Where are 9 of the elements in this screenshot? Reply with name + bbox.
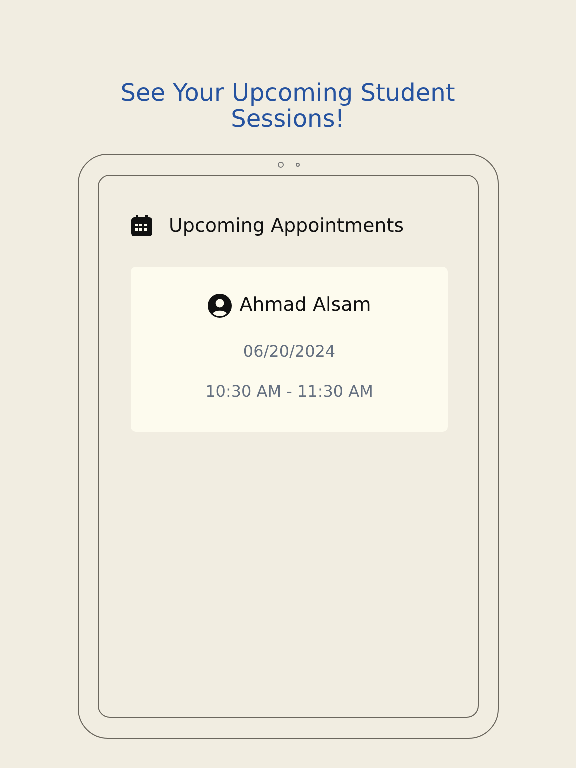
student-name: Ahmad Alsam [240,293,372,318]
user-icon [208,294,232,318]
calendar-icon [131,215,153,238]
section-title: Upcoming Appointments [169,214,404,239]
session-time: 10:30 AM - 11:30 AM [204,380,374,403]
session-date: 06/20/2024 [242,340,337,363]
sensor-icon [296,162,300,167]
headline: See Your Upcoming Student Sessions! [120,81,456,133]
camera-icon [278,162,284,168]
